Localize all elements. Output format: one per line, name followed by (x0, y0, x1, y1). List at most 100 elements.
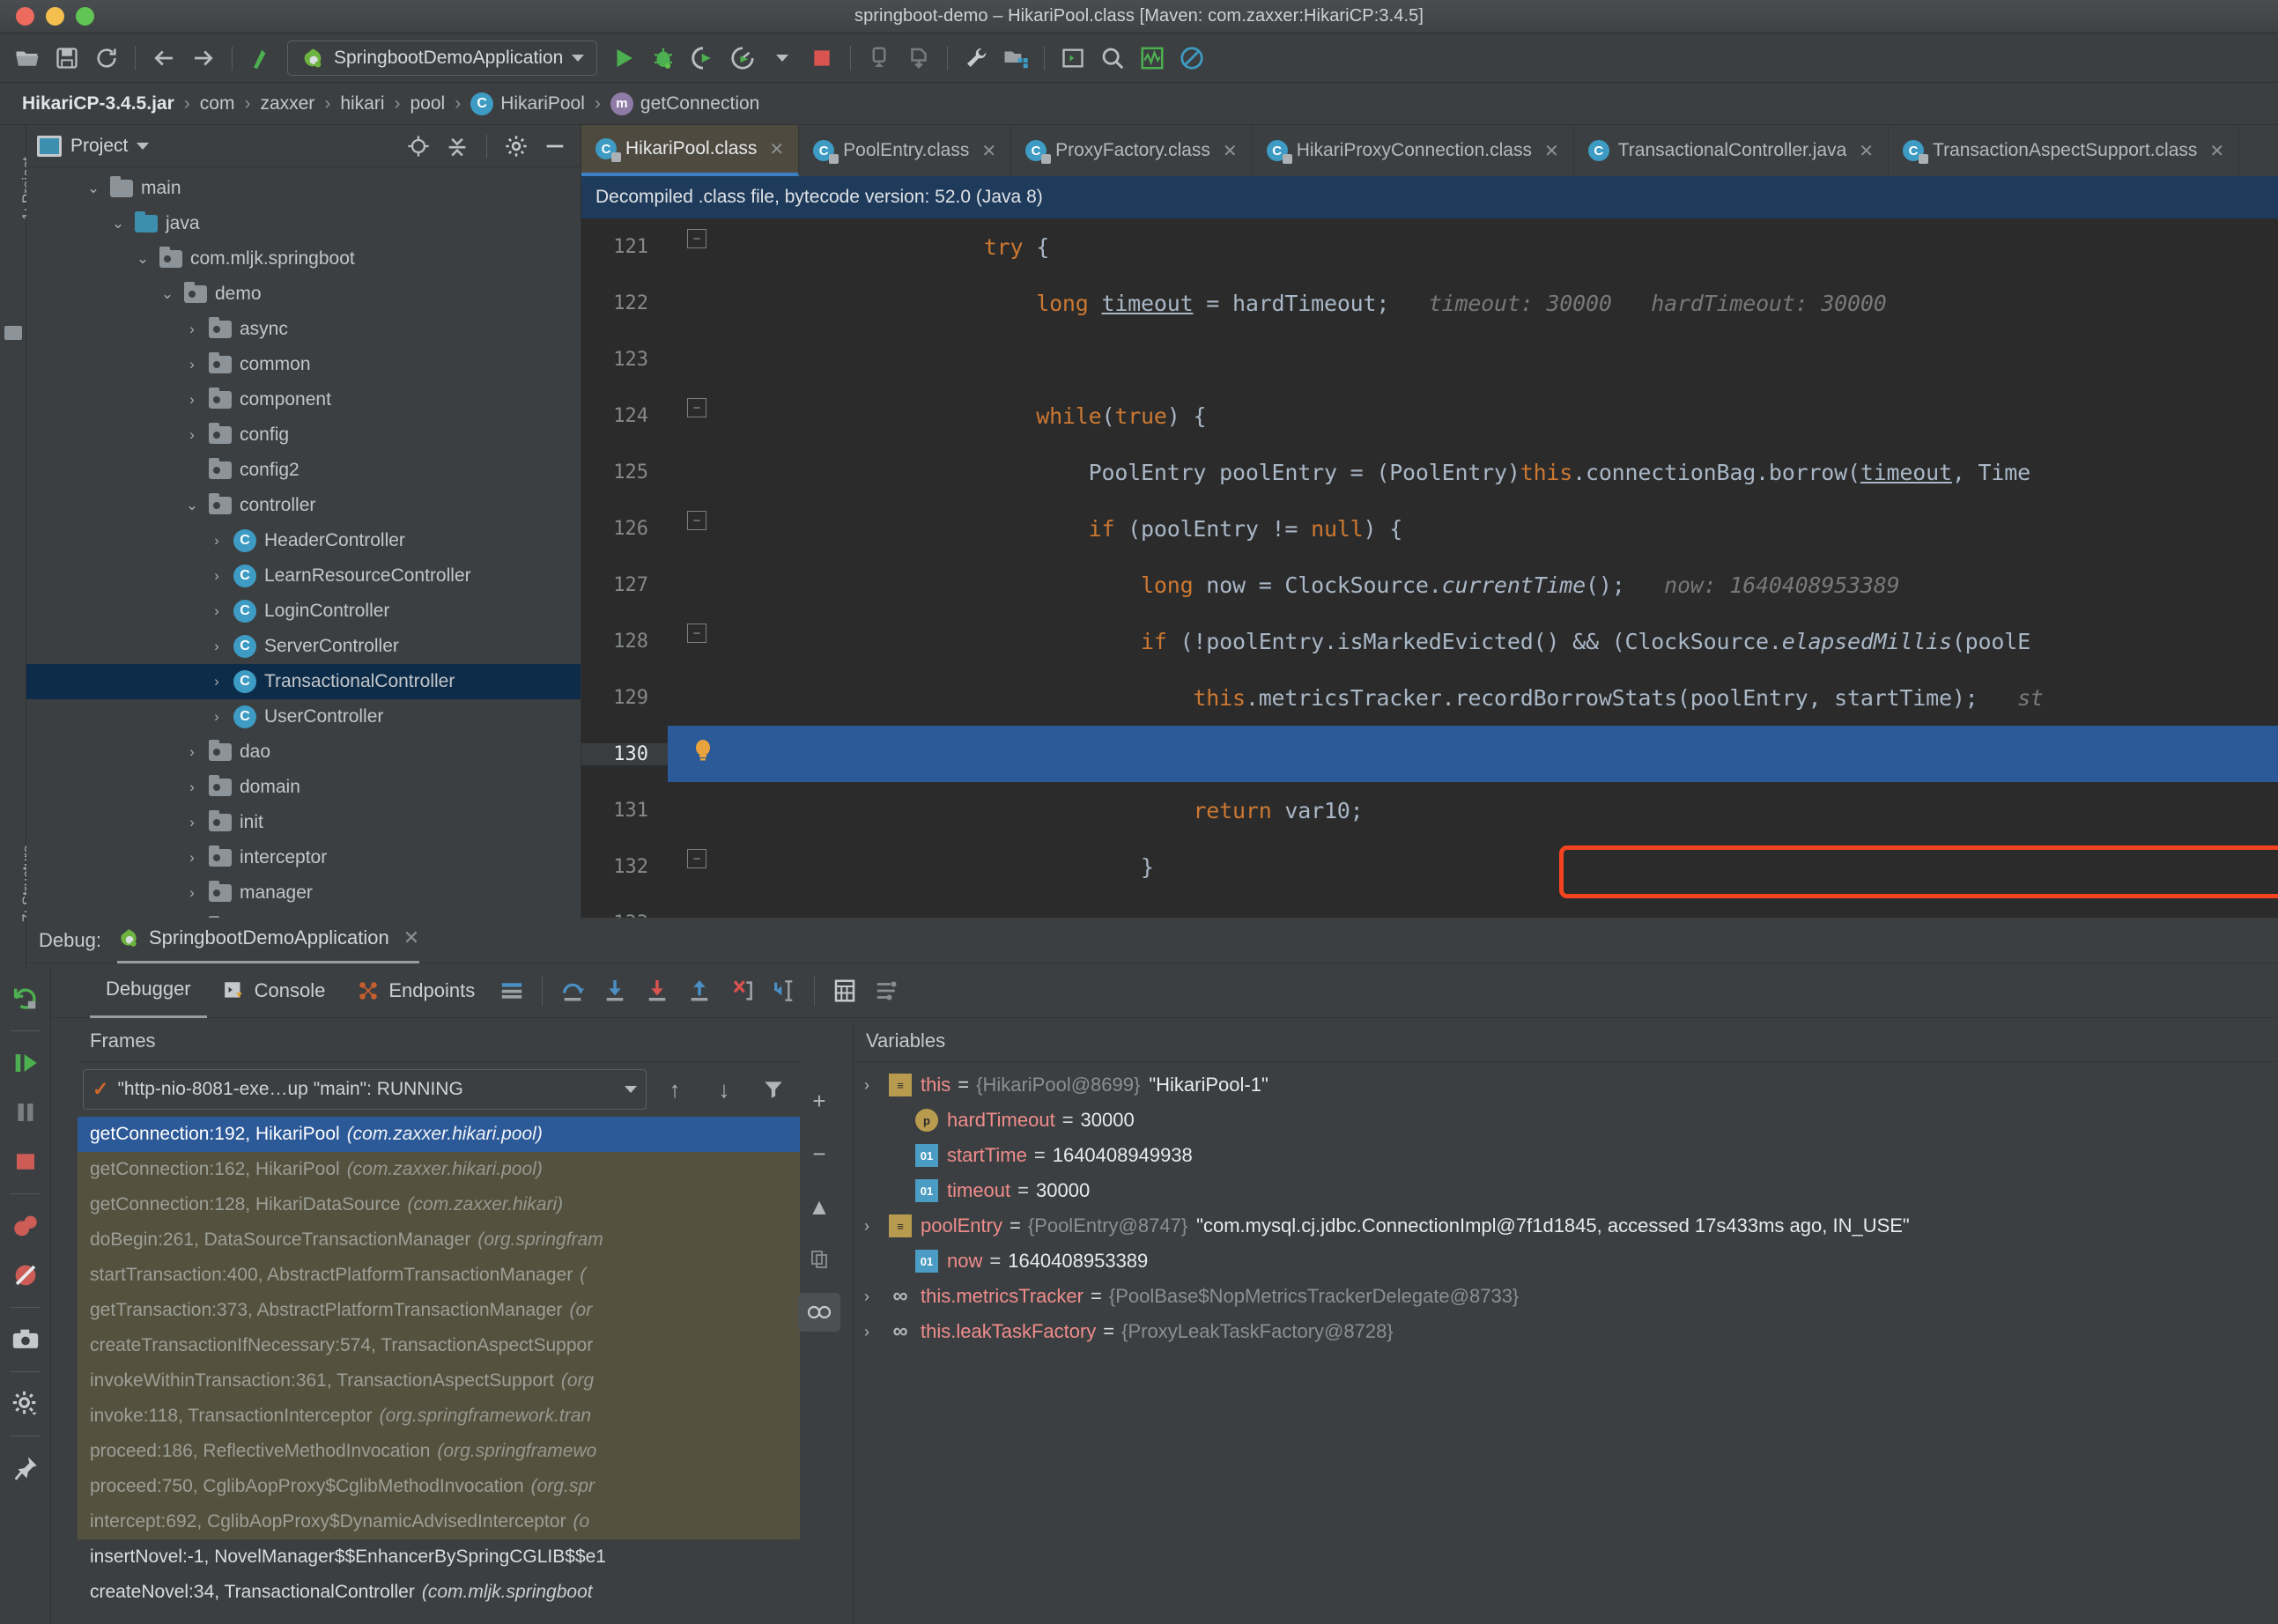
chevron-down-icon[interactable]: ⌄ (134, 250, 152, 268)
frame-row[interactable]: createTransactionIfNecessary:574, Transa… (78, 1328, 800, 1363)
editor-tab-bar[interactable]: C HikariPool.class ✕ C PoolEntry.class ✕ C Prox… (581, 125, 2278, 176)
variable-row[interactable]: › ≡ this = {HikariPool@8699} "HikariPool-1" (854, 1067, 2278, 1103)
tree-node[interactable]: › interceptor (26, 840, 581, 875)
settings-wrench-icon[interactable] (958, 40, 995, 77)
gutter[interactable] (668, 444, 879, 500)
chevron-right-icon[interactable]: › (183, 779, 201, 796)
chevron-right-icon[interactable]: › (183, 814, 201, 831)
chevron-down-icon[interactable]: ⌄ (159, 285, 176, 303)
gutter[interactable] (668, 726, 879, 782)
chevron-right-icon[interactable]: › (183, 356, 201, 373)
breadcrumb-item-pool[interactable]: pool (403, 93, 454, 114)
tree-node[interactable]: › C TransactionalController (26, 664, 581, 699)
code-line[interactable]: 127 long now = ClockSource.currentTime()… (581, 557, 2278, 613)
settings-gear-icon[interactable] (3, 1381, 48, 1427)
run-coverage-icon[interactable] (684, 40, 721, 77)
hide-panel-icon[interactable] (540, 131, 570, 161)
variable-row[interactable]: 01 timeout = 30000 (854, 1173, 2278, 1208)
remove-watch-icon[interactable]: − (798, 1134, 840, 1173)
frame-row[interactable]: doBegin:261, DataSourceTransactionManage… (78, 1222, 800, 1258)
variable-row[interactable]: › ∞ this.metricsTracker = {PoolBase$NopMetri… (854, 1279, 2278, 1314)
tree-node[interactable]: › manager (26, 875, 581, 911)
tree-node[interactable]: › common (26, 347, 581, 382)
frame-row[interactable]: invokeWithinTransaction:361, Transaction… (78, 1363, 800, 1399)
breadcrumb-item-hikaripool[interactable]: C HikariPool (462, 92, 593, 115)
frame-row[interactable]: startTransaction:400, AbstractPlatformTr… (78, 1258, 800, 1293)
project-tree[interactable]: ⌄ main ⌄ java ⌄ com.mljk.springboot ⌄ demo › asyn… (26, 167, 581, 946)
code-line[interactable]: 125 PoolEntry poolEntry = (PoolEntry)thi… (581, 444, 2278, 500)
no-entry-icon[interactable] (1173, 40, 1210, 77)
move-up-icon[interactable]: ▲ (798, 1187, 840, 1226)
step-over-icon[interactable] (551, 970, 594, 1012)
code-editor[interactable]: 121 − try {122 long timeout = hardTimeout… (581, 218, 2278, 918)
gutter[interactable] (668, 275, 879, 331)
up-arrow-icon[interactable]: ↑ (654, 1070, 696, 1109)
tree-node[interactable]: ⌄ com.mljk.springboot (26, 241, 581, 277)
evaluate-expression-icon[interactable] (824, 970, 866, 1012)
editor-tab[interactable]: C TransactionalController.java ✕ (1574, 125, 1890, 176)
add-watch-icon[interactable]: + (798, 1081, 840, 1120)
editor-tab[interactable]: C TransactionAspectSupport.class ✕ (1889, 125, 2240, 176)
chevron-right-icon[interactable]: › (208, 708, 226, 726)
close-icon[interactable]: ✕ (1859, 140, 1874, 162)
code-line[interactable]: 126 − if (poolEntry != null) { (581, 500, 2278, 557)
close-icon[interactable]: ✕ (2209, 140, 2224, 162)
run-icon[interactable] (605, 40, 642, 77)
frame-row[interactable]: proceed:186, ReflectiveMethodInvocation (… (78, 1434, 800, 1469)
breadcrumb[interactable]: HikariCP-3.4.5.jar › com › zaxxer › hika… (0, 83, 2278, 125)
close-icon[interactable]: ✕ (981, 140, 996, 162)
fold-collapse-icon[interactable]: − (687, 229, 706, 248)
close-icon[interactable]: ✕ (403, 926, 419, 949)
gutter[interactable]: − (668, 500, 879, 557)
rerun-icon[interactable] (3, 976, 48, 1022)
close-icon[interactable]: ✕ (769, 138, 784, 160)
frame-row[interactable]: insertNovel:-1, NovelManager$$EnhancerBy… (78, 1539, 800, 1575)
editor-tab[interactable]: C HikariProxyConnection.class ✕ (1253, 125, 1574, 176)
tree-node[interactable]: ⌄ main (26, 171, 581, 206)
breadcrumb-item-getconnection[interactable]: m getConnection (603, 92, 767, 115)
update-app-icon[interactable] (900, 40, 937, 77)
run-configuration-selector[interactable]: SpringbootDemoApplication (287, 40, 598, 76)
code-line[interactable]: 124 − while(true) { (581, 388, 2278, 444)
search-icon[interactable] (1094, 40, 1131, 77)
resume-icon[interactable] (3, 1040, 48, 1086)
tree-node[interactable]: › component (26, 382, 581, 417)
frame-row[interactable]: intercept:692, CglibAopProxy$DynamicAdvi… (78, 1504, 800, 1539)
debug-icon[interactable] (645, 40, 682, 77)
settings-gear-icon[interactable] (501, 131, 531, 161)
thread-selector[interactable]: ✓ "http-nio-8081-exe…up "main": RUNNING (83, 1069, 647, 1110)
frame-row[interactable]: createNovel:34, TransactionalController (… (78, 1575, 800, 1610)
editor-tab[interactable]: C ProxyFactory.class ✕ (1011, 125, 1253, 176)
variable-row[interactable]: › ∞ this.leakTaskFactory = {ProxyLeakTaskFac… (854, 1314, 2278, 1349)
save-icon[interactable] (48, 40, 85, 77)
chevron-down-icon[interactable] (572, 54, 585, 62)
mute-breakpoints-icon[interactable] (3, 1252, 48, 1298)
run-to-cursor-icon[interactable] (763, 970, 805, 1012)
breadcrumb-item-zaxxer[interactable]: zaxxer (252, 93, 322, 114)
code-line[interactable]: 121 − try { (581, 218, 2278, 275)
gutter[interactable] (668, 782, 879, 838)
tree-node[interactable]: › C HeaderController (26, 523, 581, 558)
variables-list[interactable]: › ≡ this = {HikariPool@8699} "HikariPool-1" p h… (854, 1062, 2278, 1349)
close-icon[interactable]: ✕ (1223, 140, 1238, 162)
gutter[interactable] (668, 895, 879, 918)
force-step-into-icon[interactable] (636, 970, 678, 1012)
frames-list[interactable]: getConnection:192, HikariPool (com.zaxxer… (78, 1117, 800, 1610)
profiler-icon[interactable] (1134, 40, 1171, 77)
back-arrow-icon[interactable] (145, 40, 182, 77)
code-line[interactable]: 128 − if (!poolEntry.isMarkedEvicted() &&… (581, 613, 2278, 669)
fold-collapse-icon[interactable]: − (687, 398, 706, 417)
filter-icon[interactable] (752, 1070, 795, 1109)
forward-arrow-icon[interactable] (185, 40, 222, 77)
chevron-down-icon[interactable]: ⌄ (85, 180, 102, 197)
code-line[interactable]: 122 long timeout = hardTimeout; timeout:… (581, 275, 2278, 331)
chevron-right-icon[interactable]: › (208, 602, 226, 620)
tab-console[interactable]: Console (207, 963, 342, 1018)
fold-collapse-icon[interactable]: − (687, 511, 706, 530)
settings-icon[interactable] (866, 970, 908, 1012)
chevron-right-icon[interactable]: › (208, 567, 226, 585)
tree-node[interactable]: › C ServerController (26, 629, 581, 664)
profile-dropdown-icon[interactable] (764, 40, 801, 77)
step-out-icon[interactable] (678, 970, 721, 1012)
drop-frame-icon[interactable] (721, 970, 763, 1012)
